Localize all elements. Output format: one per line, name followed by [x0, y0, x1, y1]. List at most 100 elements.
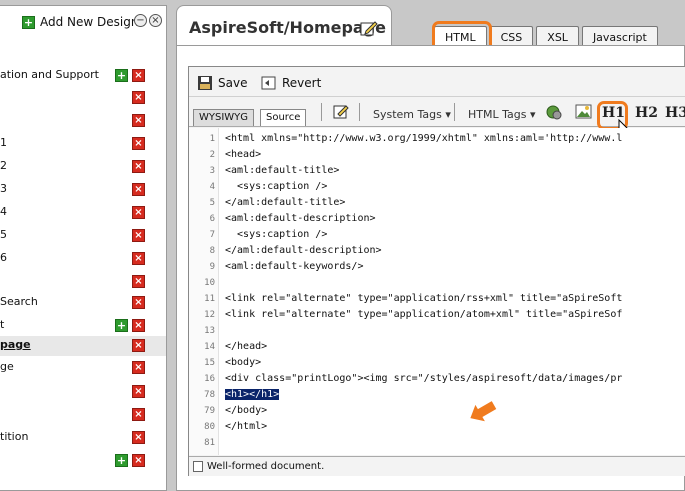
tree-item[interactable]: 6 ×	[0, 249, 166, 269]
line-number: 5	[209, 198, 215, 208]
delete-button[interactable]: ×	[132, 91, 145, 104]
tree-item-label: ation and Support	[0, 68, 99, 81]
revert-icon	[261, 76, 276, 90]
system-tags-dropdown[interactable]: System Tags ▾	[373, 108, 451, 121]
source-code-editor[interactable]: 1 <html xmlns="http://www.w3.org/1999/xht…	[189, 128, 685, 455]
delete-button[interactable]: ×	[132, 275, 145, 288]
code-line: 6 <aml:default-description>	[189, 211, 685, 227]
code-line: 9 <aml:default-keywords/>	[189, 259, 685, 275]
code-text: <aml:default-title>	[225, 165, 340, 176]
line-number: 10	[204, 278, 215, 288]
delete-button[interactable]: ×	[132, 114, 145, 127]
image-icon[interactable]	[575, 104, 592, 120]
tree-item[interactable]: Search ×	[0, 293, 166, 313]
delete-button[interactable]: ×	[132, 431, 145, 444]
tree-item[interactable]: ×	[0, 272, 166, 292]
code-line: 14 </head>	[189, 339, 685, 355]
selected-code: <h1></h1>	[225, 389, 280, 400]
tree-item-label: 2	[0, 159, 7, 172]
tree-item[interactable]: ×	[0, 405, 166, 425]
revert-button[interactable]: Revert	[261, 75, 321, 91]
code-line: 4 <sys:caption />	[189, 179, 685, 195]
design-tree-panel: + Add New Design − × ation and Support + ×…	[0, 5, 167, 491]
title-tab: AspireSoft/Homepage	[176, 5, 392, 45]
save-icon	[198, 76, 212, 90]
system-tags-label: System Tags	[373, 108, 442, 121]
add-child-button[interactable]: +	[115, 454, 128, 467]
tree-item-label: 1	[0, 136, 7, 149]
html-tags-dropdown[interactable]: HTML Tags ▾	[468, 108, 536, 121]
edit-icon[interactable]	[360, 19, 378, 37]
tree-item[interactable]: tition ×	[0, 428, 166, 448]
heading-3-button[interactable]: H3	[665, 105, 685, 121]
code-text: <div class="printLogo"><img src="/styles…	[225, 373, 623, 384]
tree-item[interactable]: ge ×	[0, 358, 166, 378]
tree-item[interactable]: 3 ×	[0, 180, 166, 200]
tree-item[interactable]: 5 ×	[0, 226, 166, 246]
delete-button[interactable]: ×	[132, 408, 145, 421]
delete-button[interactable]: ×	[132, 229, 145, 242]
tree-item[interactable]: page ×	[0, 336, 166, 356]
code-line: 81	[189, 435, 685, 451]
code-line: 8 </aml:default-description>	[189, 243, 685, 259]
code-line: 10	[189, 275, 685, 291]
page-title: AspireSoft/Homepage	[189, 18, 387, 37]
code-line: 16 <div class="printLogo"><img src="/styl…	[189, 371, 685, 387]
add-child-button[interactable]: +	[115, 319, 128, 332]
design-editor-panel: AspireSoft/Homepage HTML CSS XSL Javascript…	[176, 5, 685, 491]
link-icon[interactable]	[546, 104, 563, 121]
line-number: 14	[204, 342, 215, 352]
tree-item[interactable]: 2 ×	[0, 157, 166, 177]
code-text: <sys:caption />	[225, 229, 328, 240]
tree-item[interactable]: t + ×	[0, 316, 166, 336]
document-icon	[193, 461, 203, 472]
delete-button[interactable]: ×	[132, 361, 145, 374]
delete-button[interactable]: ×	[132, 385, 145, 398]
tree-item-label: 5	[0, 228, 7, 241]
code-text: </aml:default-title>	[225, 197, 346, 208]
save-button[interactable]: Save	[197, 75, 247, 91]
delete-button[interactable]: ×	[132, 339, 145, 352]
line-number: 16	[204, 374, 215, 384]
tree-item[interactable]: ×	[0, 88, 166, 108]
delete-button[interactable]: ×	[132, 252, 145, 265]
code-line: 13	[189, 323, 685, 339]
code-text: </aml:default-description>	[225, 245, 382, 256]
line-number: 2	[209, 150, 215, 160]
tab-source[interactable]: Source	[260, 109, 307, 126]
add-child-button[interactable]: +	[115, 69, 128, 82]
tree-item[interactable]: 4 ×	[0, 203, 166, 223]
toolbar-separator	[321, 103, 322, 121]
tree-item[interactable]: ×	[0, 111, 166, 131]
tree-item[interactable]: + ×	[0, 451, 166, 471]
delete-button[interactable]: ×	[132, 183, 145, 196]
delete-button[interactable]: ×	[132, 69, 145, 82]
delete-button[interactable]: ×	[132, 296, 145, 309]
arrow-icon	[470, 401, 497, 422]
code-text: <sys:caption />	[225, 181, 328, 192]
tab-wysiwyg[interactable]: WYSIWYG	[193, 109, 255, 126]
code-text: <aml:default-keywords/>	[225, 261, 364, 272]
delete-button[interactable]: ×	[132, 206, 145, 219]
editor-box: Save Revert WYSIWYG Source System Tags ▾…	[188, 66, 685, 476]
delete-button[interactable]: ×	[132, 454, 145, 467]
code-line: 1 <html xmlns="http://www.w3.org/1999/xht…	[189, 131, 685, 147]
file-toolbar: Save Revert	[189, 67, 685, 97]
tree-item[interactable]: ation and Support + ×	[0, 66, 166, 86]
delete-button[interactable]: ×	[132, 319, 145, 332]
code-text: <link rel="alternate" type="application/…	[225, 309, 623, 320]
code-text: <aml:default-description>	[225, 213, 376, 224]
tree-item[interactable]: 1 ×	[0, 134, 166, 154]
insert-icon[interactable]	[333, 103, 349, 119]
line-number: 13	[204, 326, 215, 336]
line-number: 1	[209, 134, 215, 144]
line-number: 81	[204, 438, 215, 448]
tree-item[interactable]: ×	[0, 382, 166, 402]
line-number: 8	[209, 246, 215, 256]
code-text: <html xmlns="http://www.w3.org/1999/xhtm…	[225, 133, 623, 144]
delete-button[interactable]: ×	[132, 160, 145, 173]
code-text: <link rel="alternate" type="application/…	[225, 293, 623, 304]
heading-2-button[interactable]: H2	[635, 105, 658, 121]
delete-button[interactable]: ×	[132, 137, 145, 150]
code-text: </head>	[225, 341, 268, 352]
